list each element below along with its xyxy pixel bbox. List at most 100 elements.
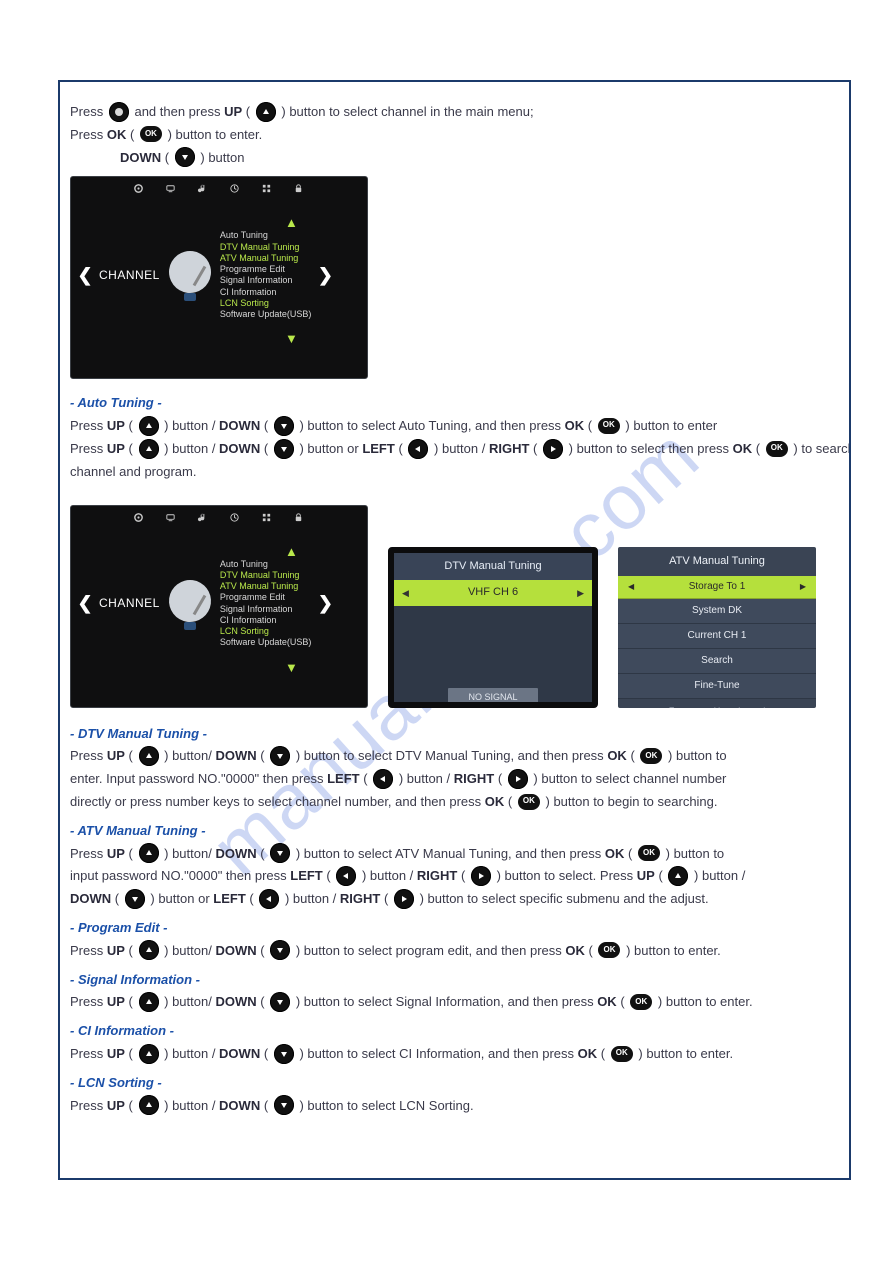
- dtv-title: DTV Manual Tuning: [394, 553, 592, 581]
- atv-selected-row: ◀ Storage To 1 ▶: [618, 576, 816, 599]
- text: (: [658, 868, 662, 883]
- text: DOWN: [215, 846, 256, 861]
- gear-icon: [133, 512, 145, 524]
- text: LEFT: [290, 868, 323, 883]
- tv-icon: [165, 512, 177, 524]
- left-icon: [408, 439, 428, 459]
- left-icon: [336, 866, 356, 886]
- text: input password NO."0000" then press: [70, 868, 290, 883]
- text: ) button to select DTV Manual Tuning, an…: [296, 748, 607, 763]
- down-icon: [274, 416, 294, 436]
- text: ) button to select Signal Information, a…: [296, 994, 597, 1009]
- up-icon: [139, 416, 159, 436]
- up-icon: [139, 746, 159, 766]
- heading-atv-manual: - ATV Manual Tuning -: [70, 821, 839, 842]
- text-down: DOWN: [120, 150, 161, 165]
- text: Press: [70, 104, 107, 119]
- text: Press: [70, 943, 107, 958]
- text: ) button /: [434, 441, 489, 456]
- tv-channel-menu-screenshot-2: ▲ ❮ CHANNEL Auto Tuning DTV Manual Tunin…: [70, 505, 368, 708]
- text: (: [260, 994, 264, 1009]
- menu-item: Signal Information: [220, 275, 312, 286]
- text: Press: [70, 127, 107, 142]
- menu-item: LCN Sorting: [220, 626, 312, 637]
- text: (: [115, 891, 119, 906]
- ok-icon: OK: [518, 794, 540, 810]
- text: ) button to select LCN Sorting.: [299, 1098, 473, 1113]
- menu-item: ATV Manual Tuning: [220, 581, 312, 592]
- text: Press: [70, 748, 107, 763]
- up-icon: [139, 439, 159, 459]
- text: (: [264, 441, 268, 456]
- arrow-up-icon: ▲: [285, 542, 298, 563]
- text: (: [363, 771, 367, 786]
- text: Press: [70, 846, 107, 861]
- tv-channel-menu-screenshot: ▲ ❮ CHANNEL Auto Tuning DTV Manual Tunin…: [70, 176, 368, 379]
- text: OK: [565, 418, 585, 433]
- text: Press: [70, 418, 107, 433]
- text: (: [498, 771, 502, 786]
- atv-item: Fine-Tune: [618, 674, 816, 699]
- menu-item: DTV Manual Tuning: [220, 570, 312, 581]
- ok-icon: OK: [630, 994, 652, 1010]
- heading-dtv-manual: - DTV Manual Tuning -: [70, 724, 839, 745]
- text: DOWN: [215, 748, 256, 763]
- ok-icon: OK: [611, 1046, 633, 1062]
- text: (: [508, 794, 512, 809]
- grid-icon: [261, 512, 273, 524]
- music-icon: [197, 183, 209, 195]
- text: Press: [70, 1098, 107, 1113]
- text: (: [129, 748, 133, 763]
- down-icon: [175, 147, 195, 167]
- ok-icon: OK: [638, 845, 660, 861]
- text: (: [260, 748, 264, 763]
- text: (: [589, 943, 593, 958]
- text: ) button/: [164, 994, 212, 1009]
- down-icon: [274, 1044, 294, 1064]
- text: DOWN: [215, 994, 256, 1009]
- tv-menu-list: Auto Tuning DTV Manual Tuning ATV Manual…: [220, 230, 312, 320]
- text: (: [533, 441, 537, 456]
- text: ) to searching: [793, 441, 851, 456]
- text: (: [264, 418, 268, 433]
- text: LEFT: [213, 891, 246, 906]
- text: Press: [70, 994, 107, 1009]
- up-icon: [139, 1095, 159, 1115]
- text: (: [249, 891, 253, 906]
- text: ) button to select specific submenu and …: [420, 891, 709, 906]
- heading-auto-tuning: - Auto Tuning -: [70, 393, 839, 414]
- text: OK: [565, 943, 585, 958]
- text: ) button to: [668, 748, 727, 763]
- down-icon: [270, 746, 290, 766]
- right-icon: [471, 866, 491, 886]
- text: DOWN: [219, 441, 260, 456]
- arrow-left-icon: ❮: [71, 589, 99, 618]
- text: ) button or: [150, 891, 213, 906]
- text: ) button /: [164, 418, 219, 433]
- text: LEFT: [362, 441, 395, 456]
- text-ok: OK: [107, 127, 127, 142]
- arrow-right-icon: ❯: [311, 261, 339, 290]
- text: RIGHT: [340, 891, 380, 906]
- arrow-left-icon: ❮: [71, 261, 99, 290]
- menu-item: Signal Information: [220, 604, 312, 615]
- atv-row-label: Storage To 1: [689, 579, 746, 595]
- heading-lcn: - LCN Sorting -: [70, 1073, 839, 1094]
- menu-item: LCN Sorting: [220, 298, 312, 309]
- text: (: [129, 846, 133, 861]
- text: UP: [637, 868, 655, 883]
- menu-item: Software Update(USB): [220, 637, 312, 648]
- text: ) button to: [666, 846, 725, 861]
- heading-signal-info: - Signal Information -: [70, 970, 839, 991]
- heading-ci-info: - CI Information -: [70, 1021, 839, 1042]
- clock-icon: [229, 512, 241, 524]
- text: ) button to enter: [625, 418, 717, 433]
- arrow-down-icon: ▼: [285, 658, 298, 679]
- text: DOWN: [70, 891, 111, 906]
- up-icon: [139, 992, 159, 1012]
- atv-item: Current CH 1: [618, 624, 816, 649]
- music-icon: [197, 512, 209, 524]
- text: DOWN: [219, 1046, 260, 1061]
- down-icon: [274, 1095, 294, 1115]
- menu-item: Programme Edit: [220, 592, 312, 603]
